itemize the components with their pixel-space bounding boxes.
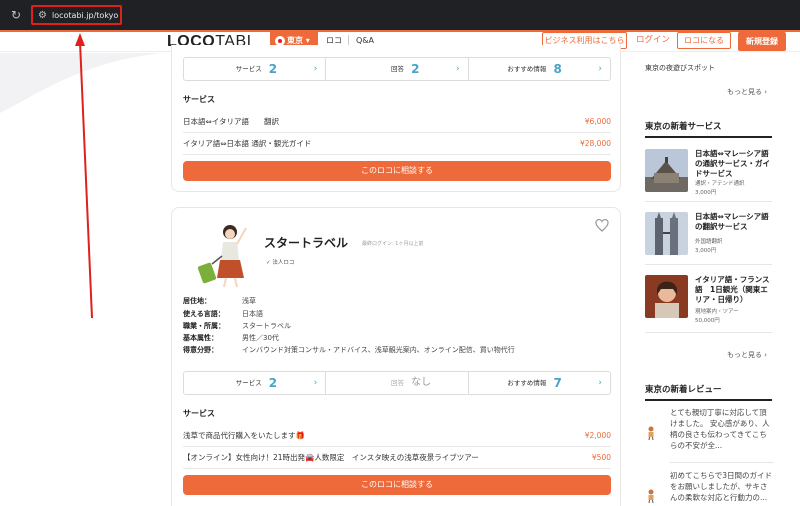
review-text[interactable]: 初めてこちらで3日間のガイドをお願いしましたが、サキさんの柔軟な対応と行動力の.… bbox=[670, 470, 774, 503]
stat-label: 回答 bbox=[391, 65, 405, 73]
stat-value: なし bbox=[411, 377, 432, 388]
service-row[interactable]: 日本語⇔イタリア語 翻訳 ¥6,000 bbox=[183, 111, 611, 133]
stat-label: 回答 bbox=[391, 379, 405, 387]
stats-bar: サービス 2 › 回答 なし おすすめ情報 7 › bbox=[183, 371, 611, 395]
service-price: 50,000円 bbox=[695, 318, 720, 324]
service-row[interactable]: 【オンライン】女性向け！21時出発🚘人数限定 インスタ映えの浅草夜景ライブツアー… bbox=[183, 447, 611, 469]
stats-bar: サービス 2 › 回答 2 › おすすめ情報 8 › bbox=[183, 57, 611, 81]
review-divider bbox=[670, 462, 774, 463]
chevron-right-icon: › bbox=[313, 378, 318, 388]
consult-button[interactable]: このロコに相談する bbox=[183, 161, 611, 181]
stat-label: おすすめ情報 bbox=[507, 379, 547, 387]
service-price: ¥2,000 bbox=[584, 431, 611, 440]
stat-value: 7 bbox=[553, 376, 562, 390]
service-price: 3,000円 bbox=[695, 248, 717, 254]
sidebar-link-nightlife[interactable]: 東京の夜遊びスポット bbox=[645, 63, 715, 73]
service-category: 現地案内・ツアー bbox=[695, 309, 739, 315]
new-reviews-heading: 東京の新着レビュー bbox=[645, 384, 772, 401]
services-heading: サービス bbox=[183, 409, 215, 418]
services-heading: サービス bbox=[183, 95, 215, 104]
service-name: 浅草で商品代行購入をいたします🎁 bbox=[183, 431, 305, 440]
reviewer-icon bbox=[648, 426, 654, 440]
chevron-right-icon: › bbox=[313, 64, 318, 74]
info-label-attributes: 基本属性： bbox=[183, 334, 218, 342]
service-row[interactable]: イタリア語⇔日本語 通訳・観光ガイド ¥28,000 bbox=[183, 133, 611, 155]
info-value-language: 日本語 bbox=[242, 310, 263, 318]
service-title: 日本語⇔マレーシア語の翻訳サービス bbox=[695, 212, 769, 231]
more-link[interactable]: もっと見る › bbox=[727, 350, 767, 360]
info-value-residence: 浅草 bbox=[242, 297, 256, 305]
last-login: 最終ログイン: 1ヶ月以上前 bbox=[362, 241, 424, 247]
service-thumbnail bbox=[645, 212, 688, 255]
reviewer-icon bbox=[648, 489, 654, 503]
service-price: ¥28,000 bbox=[579, 139, 611, 148]
more-link[interactable]: もっと見る › bbox=[727, 87, 767, 97]
stat-value: 2 bbox=[268, 376, 278, 390]
new-service-item[interactable]: イタリア語・フランス語 1日観光（関東エリア・日帰り） 現地案内・ツアー 50,… bbox=[645, 275, 772, 333]
loco-avatar[interactable] bbox=[190, 220, 256, 290]
chevron-right-icon: › bbox=[598, 378, 602, 388]
info-label-specialty: 得意分野： bbox=[183, 346, 218, 354]
chevron-right-icon: › bbox=[456, 64, 460, 74]
info-label-residence: 居住地： bbox=[183, 297, 211, 305]
info-value-specialty: インバウンド対策コンサル・アドバイス、浅草観光案内、オンライン配信、買い物代行 bbox=[242, 346, 515, 354]
service-category: 外国語翻訳 bbox=[695, 239, 723, 245]
service-name: 日本語⇔イタリア語 翻訳 bbox=[183, 117, 279, 126]
consult-button[interactable]: このロコに相談する bbox=[183, 475, 611, 495]
stat-value: 2 bbox=[411, 62, 420, 76]
service-price: ¥500 bbox=[591, 453, 611, 462]
login-link[interactable]: ログイン bbox=[636, 34, 670, 47]
service-title: 日本語⇔マレーシア語の通訳サービス・ガイドサービス bbox=[695, 149, 770, 178]
annotation-arrow bbox=[75, 33, 93, 319]
service-thumbnail bbox=[645, 275, 688, 318]
service-price: 3,000円 bbox=[695, 190, 717, 196]
loco-name[interactable]: スタートラベル bbox=[264, 235, 348, 251]
loco-card-1: サービス 2 › 回答 2 › おすすめ情報 8 › サービス 日本語⇔イタリア… bbox=[171, 45, 621, 192]
service-price: ¥6,000 bbox=[584, 117, 611, 126]
signup-button[interactable]: 新規登録 bbox=[738, 32, 786, 51]
service-title: イタリア語・フランス語 1日観光（関東エリア・日帰り） bbox=[695, 275, 770, 304]
stat-answers: 回答 なし bbox=[326, 372, 469, 394]
loco-card-2: スタートラベル 最終ログイン: 1ヶ月以上前 ✓ 法人ロコ 居住地： 浅草 使え… bbox=[171, 207, 621, 506]
corporate-badge: ✓ 法人ロコ bbox=[266, 260, 295, 266]
stat-label: おすすめ情報 bbox=[507, 65, 547, 73]
service-name: 【オンライン】女性向け！21時出発🚘人数限定 インスタ映えの浅草夜景ライブツアー bbox=[183, 453, 479, 462]
stat-value: 2 bbox=[268, 62, 278, 76]
area-label: 東京 bbox=[287, 36, 303, 45]
stat-services[interactable]: サービス 2 › bbox=[184, 58, 327, 80]
info-label-occupation: 職業・所属： bbox=[183, 322, 225, 330]
info-value-attributes: 男性／30代 bbox=[242, 334, 279, 342]
new-services-heading: 東京の新着サービス bbox=[645, 121, 772, 138]
stat-label: サービス bbox=[235, 65, 262, 73]
sidebar: 東京の夜遊びスポット もっと見る › 東京の新着サービス 日本語⇔マレーシア語の… bbox=[645, 53, 775, 506]
stat-recommendations[interactable]: おすすめ情報 7 › bbox=[469, 372, 610, 394]
stat-label: サービス bbox=[235, 379, 262, 387]
stat-recommendations[interactable]: おすすめ情報 8 › bbox=[469, 58, 610, 80]
info-label-language: 使える言語： bbox=[183, 310, 225, 318]
stat-answers[interactable]: 回答 2 › bbox=[326, 58, 469, 80]
new-service-item[interactable]: 日本語⇔マレーシア語の翻訳サービス 外国語翻訳 3,000円 bbox=[645, 212, 772, 265]
chevron-right-icon: › bbox=[598, 64, 602, 74]
stat-services[interactable]: サービス 2 › bbox=[184, 372, 327, 394]
become-loco-button[interactable]: ロコになる bbox=[677, 32, 731, 49]
service-row[interactable]: 浅草で商品代行購入をいたします🎁 ¥2,000 bbox=[183, 425, 611, 447]
info-value-occupation: スタートラベル bbox=[242, 322, 291, 330]
heart-icon[interactable] bbox=[594, 217, 610, 233]
service-name: イタリア語⇔日本語 通訳・観光ガイド bbox=[183, 139, 312, 148]
stat-value: 8 bbox=[553, 62, 562, 76]
review-text[interactable]: とても親切丁寧に対応して頂けました。 安心感があり、人柄の良さも伝わってきてこち… bbox=[670, 407, 774, 451]
service-category: 通訳・アテンド通訳 bbox=[695, 181, 745, 187]
new-service-item[interactable]: 日本語⇔マレーシア語の通訳サービス・ガイドサービス 通訳・アテンド通訳 3,00… bbox=[645, 149, 772, 202]
service-thumbnail bbox=[645, 149, 688, 192]
